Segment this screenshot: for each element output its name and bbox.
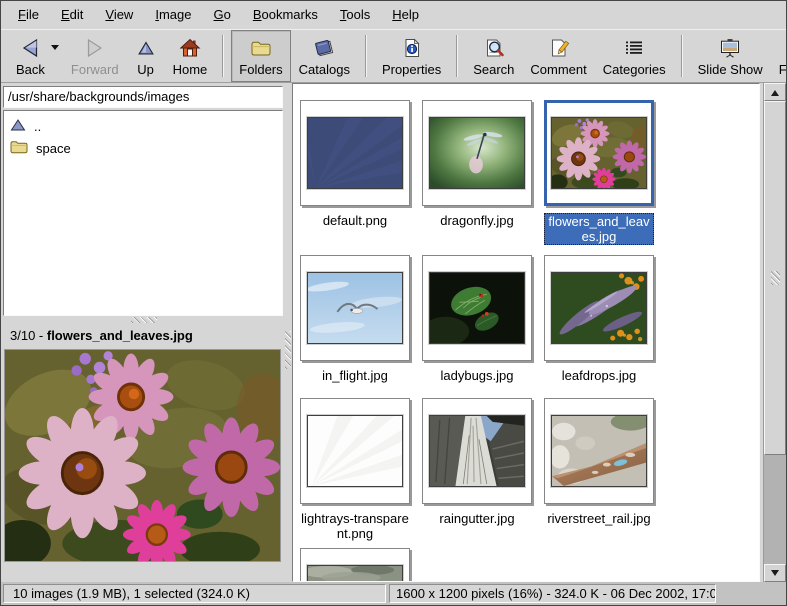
- statusbar-image-info: 1600 x 1200 pixels (16%) - 324.0 K - 06 …: [389, 584, 716, 603]
- categories-button[interactable]: Categories: [595, 30, 674, 82]
- menu-go[interactable]: Go: [202, 1, 241, 29]
- thumbnail-lightrays-transparent[interactable]: lightrays-transparent.png: [300, 398, 410, 548]
- folder-icon: [249, 36, 273, 60]
- comment-pencil-icon: [547, 36, 571, 60]
- content-area: /usr/share/backgrounds/images .. space: [1, 83, 786, 582]
- up-arrow-icon: [135, 36, 157, 60]
- toolbar-separator: [681, 35, 683, 77]
- splitter-grip: [285, 331, 291, 369]
- image-preview[interactable]: [4, 349, 281, 562]
- slide-show-button[interactable]: Slide Show: [690, 30, 771, 82]
- menu-view[interactable]: View: [94, 1, 144, 29]
- thumbnail-default[interactable]: default.png: [300, 100, 410, 255]
- thumbnail-pane: default.png: [292, 83, 760, 582]
- back-dropdown-button[interactable]: [49, 43, 61, 56]
- search-button[interactable]: Search: [465, 30, 522, 82]
- scrollbar-track[interactable]: [764, 101, 786, 564]
- toolbar: Back Forward Up Home: [1, 29, 786, 83]
- scroll-down-button[interactable]: [764, 564, 786, 582]
- thumbnail-raingutter[interactable]: raingutter.jpg: [422, 398, 532, 548]
- image-position: 3/10 -: [10, 328, 47, 343]
- thumbnail-riverstreet-rail[interactable]: riverstreet_rail.jpg: [544, 398, 654, 548]
- splitter-grip: [131, 317, 157, 323]
- thumbnail-flowers-and-leaves[interactable]: flowers_and_leaves.jpg: [544, 100, 654, 255]
- comment-button[interactable]: Comment: [522, 30, 594, 82]
- horizontal-splitter[interactable]: [3, 316, 284, 324]
- toolbar-separator: [456, 35, 458, 77]
- catalogs-button[interactable]: Catalogs: [291, 30, 358, 82]
- statusbar-file-summary: 10 images (1.9 MB), 1 selected (324.0 K): [3, 584, 386, 603]
- home-icon: [178, 36, 202, 60]
- folder-item-space[interactable]: space: [6, 137, 280, 159]
- toolbar-separator: [365, 35, 367, 77]
- folder-icon: [10, 140, 28, 157]
- browser-status-line: 3/10 - flowers_and_leaves.jpg: [3, 324, 284, 348]
- menu-tools[interactable]: Tools: [329, 1, 381, 29]
- forward-button[interactable]: Forward: [63, 30, 127, 82]
- scrollbar-grip: [771, 271, 780, 285]
- current-filename: flowers_and_leaves.jpg: [47, 328, 193, 343]
- list-icon: [622, 36, 646, 60]
- scroll-up-button[interactable]: [764, 83, 786, 101]
- thumbnail-leafdrops[interactable]: leafdrops.jpg: [544, 255, 654, 398]
- statusbar-filler: [719, 584, 784, 603]
- back-arrow-icon: [17, 36, 43, 60]
- left-panel: /usr/share/backgrounds/images .. space: [1, 83, 284, 582]
- forward-arrow-icon: [82, 36, 108, 60]
- thumbnail-in-flight[interactable]: in_flight.jpg: [300, 255, 410, 398]
- info-document-icon: [400, 36, 424, 60]
- folders-button[interactable]: Folders: [231, 30, 290, 82]
- menu-edit[interactable]: Edit: [50, 1, 94, 29]
- menu-bookmarks[interactable]: Bookmarks: [242, 1, 329, 29]
- menubar: File Edit View Image Go Bookmarks Tools …: [1, 1, 786, 29]
- up-folder-icon: [10, 118, 26, 135]
- menu-file[interactable]: File: [7, 1, 50, 29]
- properties-button[interactable]: Properties: [374, 30, 449, 82]
- up-button[interactable]: Up: [127, 30, 165, 82]
- arrow-down-icon: [771, 570, 779, 580]
- arrow-up-icon: [771, 86, 779, 96]
- menu-help[interactable]: Help: [381, 1, 430, 29]
- slideshow-screen-icon: [718, 36, 742, 60]
- folder-item-up[interactable]: ..: [6, 115, 280, 137]
- toolbar-separator: [222, 35, 224, 77]
- location-input[interactable]: /usr/share/backgrounds/images: [3, 86, 283, 108]
- search-icon: [482, 36, 506, 60]
- home-button[interactable]: Home: [165, 30, 216, 82]
- thumbnail-grid: default.png: [293, 84, 759, 581]
- thumbnail-dragonfly[interactable]: dragonfly.jpg: [422, 100, 532, 255]
- full-screen-button[interactable]: Full Screen: [771, 30, 787, 82]
- chevron-down-icon: [51, 45, 59, 54]
- statusbar: 10 images (1.9 MB), 1 selected (324.0 K)…: [1, 582, 786, 605]
- thumbnail-partial[interactable]: [300, 548, 410, 582]
- vertical-splitter[interactable]: [284, 83, 292, 582]
- book-icon: [312, 36, 336, 60]
- gthumb-window: File Edit View Image Go Bookmarks Tools …: [0, 0, 787, 606]
- thumbnail-ladybugs[interactable]: ladybugs.jpg: [422, 255, 532, 398]
- back-button[interactable]: Back: [8, 30, 53, 82]
- vertical-scrollbar[interactable]: [763, 83, 786, 582]
- menu-image[interactable]: Image: [144, 1, 202, 29]
- folder-tree[interactable]: .. space: [3, 110, 283, 316]
- scrollbar-thumb[interactable]: [764, 101, 786, 455]
